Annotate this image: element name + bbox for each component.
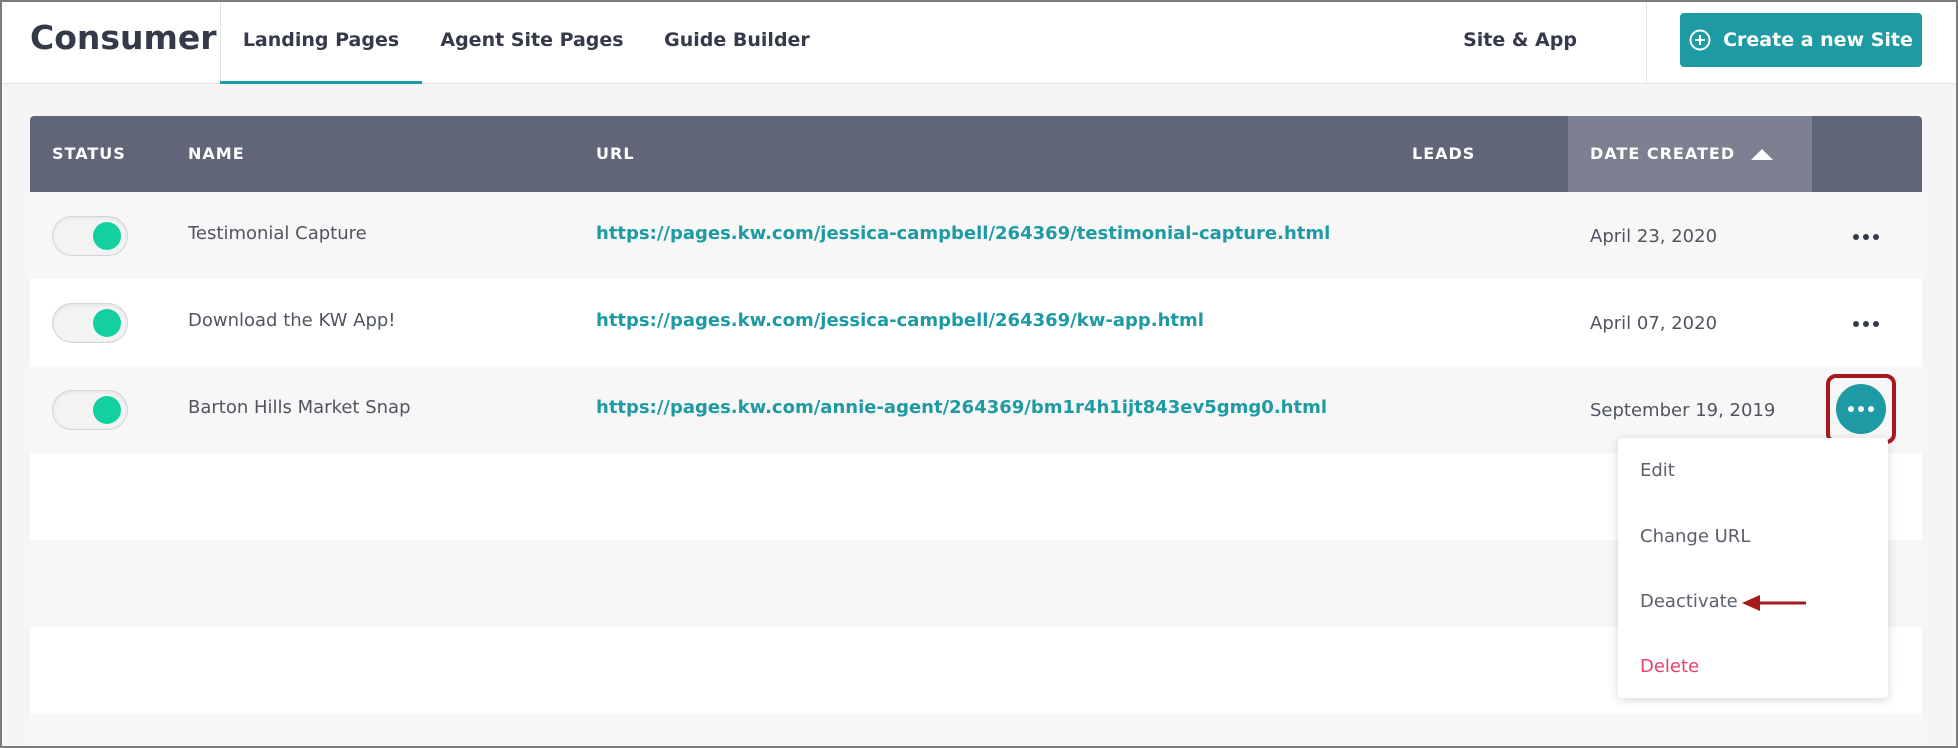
column-header-name[interactable]: NAME [188,116,245,192]
create-site-label: Create a new Site [1723,29,1913,51]
table-row: Download the KW App! https://pages.kw.co… [30,279,1922,366]
menu-item-change-url[interactable]: Change URL [1640,526,1750,547]
menu-item-edit[interactable]: Edit [1640,460,1675,481]
dot-icon [1863,234,1869,240]
row-date: April 23, 2020 [1590,226,1718,247]
row-date: April 07, 2020 [1590,313,1718,334]
dot-icon [1848,406,1854,412]
row-options-menu: Edit Change URL Deactivate Delete [1618,438,1888,698]
menu-item-deactivate[interactable]: Deactivate [1640,591,1738,612]
left-arrow-icon [1742,595,1806,611]
more-options-button[interactable] [1846,222,1886,252]
column-header-url: URL [596,144,635,163]
highlight-callout [1826,374,1896,444]
dot-icon [1853,321,1859,327]
status-toggle[interactable] [52,216,128,256]
row-name: Testimonial Capture [188,223,367,244]
dot-icon [1873,234,1879,240]
row-name: Barton Hills Market Snap [188,397,411,418]
toggle-knob [93,309,121,337]
tab-guide-builder[interactable]: Guide Builder [662,0,812,84]
dot-icon [1873,321,1879,327]
app-title: Consumer [30,18,217,57]
tab-agent-site-pages[interactable]: Agent Site Pages [432,0,632,84]
plus-circle-icon [1689,29,1711,51]
row-url-link[interactable]: https://pages.kw.com/jessica-campbell/26… [596,192,1330,279]
toggle-knob [93,396,121,424]
row-name: Download the KW App! [188,310,396,331]
status-toggle[interactable] [52,303,128,343]
row-url-link[interactable]: https://pages.kw.com/annie-agent/264369/… [596,366,1327,453]
header-divider [1646,0,1647,84]
column-header-date-label: DATE CREATED [1590,144,1736,163]
site-app-settings-link[interactable]: Site & App Settings [1420,0,1620,131]
top-header: Consumer Landing Pages Agent Site Pages … [0,0,1958,131]
row-url-link[interactable]: https://pages.kw.com/jessica-campbell/26… [596,279,1204,366]
create-site-button[interactable]: Create a new Site [1680,13,1922,67]
dot-icon [1868,406,1874,412]
toggle-knob [93,222,121,250]
menu-item-delete[interactable]: Delete [1640,656,1699,677]
status-toggle[interactable] [52,390,128,430]
column-header-date-created[interactable]: DATE CREATED [1568,116,1812,192]
dot-icon [1863,321,1869,327]
table-row: Testimonial Capture https://pages.kw.com… [30,192,1922,279]
column-header-leads[interactable]: LEADS [1412,116,1475,192]
tab-landing-pages[interactable]: Landing Pages [220,0,422,84]
dot-icon [1858,406,1864,412]
empty-row [30,714,1922,748]
more-options-button[interactable] [1846,309,1886,339]
more-options-button-active[interactable] [1836,384,1886,434]
dot-icon [1853,234,1859,240]
sort-ascending-icon [1751,148,1774,160]
table-header: STATUS NAME URL LEADS DATE CREATED [30,116,1922,192]
column-header-status: STATUS [52,144,126,163]
